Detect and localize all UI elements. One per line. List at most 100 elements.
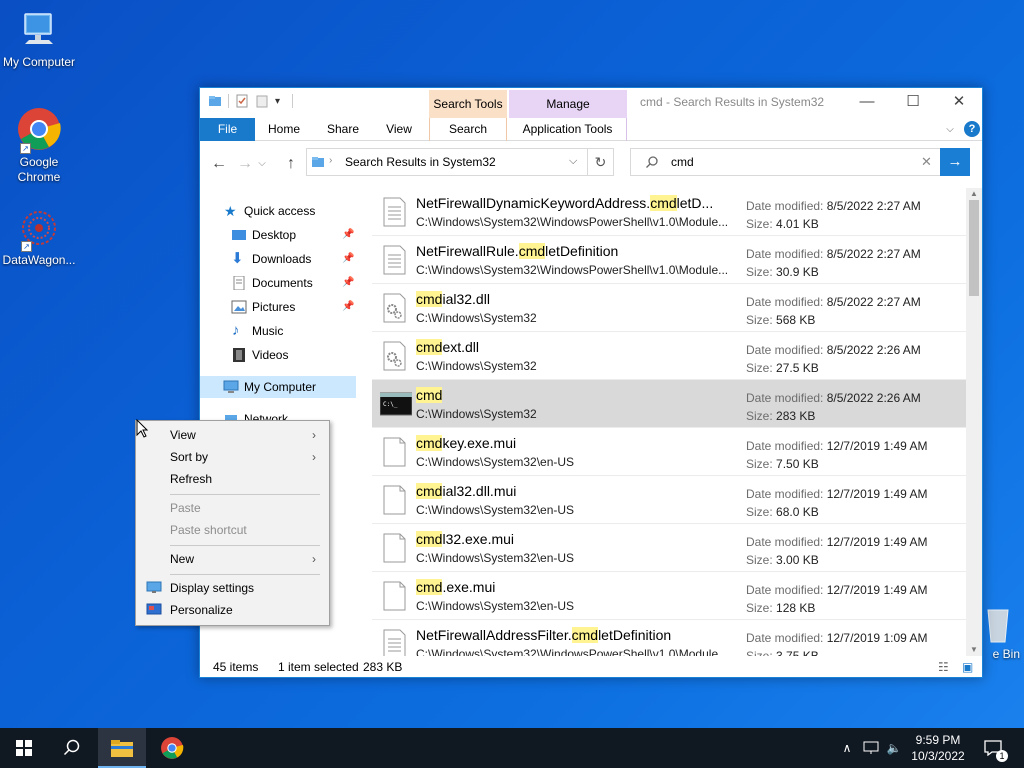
nav-documents[interactable]: Documents 📌 bbox=[200, 272, 356, 294]
tray-chevron-icon[interactable]: ∧ bbox=[838, 728, 856, 768]
menu-item-new[interactable]: New › bbox=[136, 548, 329, 570]
scrollbar-thumb[interactable] bbox=[969, 200, 979, 296]
file-size: Size: 568 KB bbox=[746, 313, 816, 327]
up-button[interactable]: ↑ bbox=[280, 153, 302, 175]
tab-search[interactable]: Search bbox=[429, 118, 507, 141]
expand-ribbon-icon[interactable]: ⌵ bbox=[942, 118, 958, 141]
file-name: cmd.exe.mui bbox=[416, 579, 496, 595]
tab-file[interactable]: File bbox=[200, 118, 255, 141]
desktop-icon-label: DataWagon... bbox=[2, 253, 76, 267]
search-match-highlight: cmd bbox=[518, 243, 546, 259]
file-name: cmdext.dll bbox=[416, 339, 480, 355]
file-row[interactable]: cmdkey.exe.mui C:\Windows\System32\en-US D… bbox=[372, 428, 966, 476]
desktop-icon-datawagon[interactable]: ↗ DataWagon... bbox=[0, 206, 78, 268]
search-box[interactable]: cmd ✕ → bbox=[630, 148, 970, 176]
nav-music[interactable]: ♪ Music bbox=[200, 320, 356, 342]
clear-search-icon[interactable]: ✕ bbox=[921, 154, 932, 170]
search-taskbar-button[interactable] bbox=[48, 728, 96, 768]
system-clock[interactable]: 9:59 PM 10/3/2022 bbox=[900, 732, 976, 764]
tab-share[interactable]: Share bbox=[316, 118, 370, 141]
window-title: cmd - Search Results in System32 bbox=[640, 95, 825, 109]
address-dropdown-icon[interactable]: ⌵ bbox=[569, 155, 577, 168]
file-size: Size: 30.9 KB bbox=[746, 265, 819, 279]
file-path: C:\Windows\System32\WindowsPowerShell\v1… bbox=[416, 263, 729, 277]
file-row[interactable]: cmdl32.exe.mui C:\Windows\System32\en-US D… bbox=[372, 524, 966, 572]
file-size: Size: 283 KB bbox=[746, 409, 816, 423]
blank-file-icon bbox=[380, 581, 408, 611]
file-name: cmdial32.dll bbox=[416, 291, 490, 307]
menu-item-paste[interactable]: Paste bbox=[136, 497, 329, 519]
file-row[interactable]: cmdial32.dll.mui C:\Windows\System32\en-U… bbox=[372, 476, 966, 524]
file-path: C:\Windows\System32\WindowsPowerShell\v1… bbox=[416, 215, 729, 229]
file-row[interactable]: cmdext.dll C:\Windows\System32 Date modifi… bbox=[372, 332, 966, 380]
file-row[interactable]: NetFirewallRule.cmdletDefinition C:\Windo… bbox=[372, 236, 966, 284]
recent-locations-button[interactable]: ⌵ bbox=[256, 153, 268, 175]
menu-separator bbox=[170, 574, 320, 575]
file-date-modified: Date modified: 12/7/2019 1:49 AM bbox=[746, 487, 928, 501]
close-button[interactable]: ✕ bbox=[936, 88, 982, 118]
nav-music-label: Music bbox=[252, 324, 284, 338]
nav-my-computer[interactable]: My Computer bbox=[200, 376, 356, 398]
pin-icon[interactable]: 📌 bbox=[342, 224, 354, 246]
refresh-button[interactable]: ↻ bbox=[588, 148, 614, 176]
menu-item-personalize[interactable]: Personalize bbox=[136, 599, 329, 621]
forward-button[interactable]: → bbox=[234, 153, 256, 175]
new-folder-icon[interactable] bbox=[255, 94, 269, 108]
nav-pictures[interactable]: Pictures 📌 bbox=[200, 296, 356, 318]
file-name: NetFirewallDynamicKeywordAddress.cmdletD… bbox=[416, 195, 714, 211]
menu-item-refresh[interactable]: Refresh bbox=[136, 468, 329, 490]
file-row[interactable]: NetFirewallDynamicKeywordAddress.cmdletD… bbox=[372, 188, 966, 236]
submenu-arrow-icon: › bbox=[312, 428, 316, 442]
menu-item-display-settings[interactable]: Display settings bbox=[136, 577, 329, 599]
address-bar[interactable]: › Search Results in System32 ⌵ bbox=[306, 148, 588, 176]
datawagon-icon: ↗ bbox=[17, 206, 61, 252]
maximize-button[interactable]: ☐ bbox=[890, 88, 936, 118]
nav-downloads[interactable]: ⬇ Downloads 📌 bbox=[200, 248, 356, 270]
search-input[interactable]: cmd bbox=[671, 155, 694, 169]
nav-desktop[interactable]: Desktop 📌 bbox=[200, 224, 356, 246]
desktop-icon-my-computer[interactable]: My Computer bbox=[0, 8, 78, 70]
tab-application-tools[interactable]: Application Tools bbox=[509, 118, 627, 141]
file-row[interactable]: cmd.exe.mui C:\Windows\System32\en-US Date… bbox=[372, 572, 966, 620]
back-button[interactable]: ← bbox=[208, 153, 230, 175]
nav-videos[interactable]: Videos bbox=[200, 344, 356, 366]
file-row[interactable]: NetFirewallAddressFilter.cmdletDefinitio… bbox=[372, 620, 966, 656]
menu-item-paste-shortcut[interactable]: Paste shortcut bbox=[136, 519, 329, 541]
recycle-bin-icon bbox=[980, 604, 1016, 644]
properties-icon[interactable] bbox=[235, 94, 249, 108]
large-icons-view-icon[interactable]: ▣ bbox=[962, 656, 973, 678]
nav-my-computer-label: My Computer bbox=[244, 380, 317, 394]
file-date-modified: Date modified: 12/7/2019 1:49 AM bbox=[746, 535, 928, 549]
menu-item-label: View bbox=[170, 428, 196, 442]
pin-icon[interactable]: 📌 bbox=[342, 248, 354, 270]
desktop-folder-icon bbox=[232, 230, 246, 240]
pin-icon[interactable]: 📌 bbox=[342, 296, 354, 318]
tab-view[interactable]: View bbox=[374, 118, 424, 141]
help-icon[interactable]: ? bbox=[964, 121, 980, 137]
menu-item-view[interactable]: View › bbox=[136, 424, 329, 446]
vertical-scrollbar[interactable]: ▲ ▼ bbox=[966, 188, 982, 656]
file-date-modified: Date modified: 8/5/2022 2:27 AM bbox=[746, 199, 921, 213]
customize-toolbar-icon[interactable]: ▾ bbox=[275, 96, 280, 107]
menu-item-sort-by[interactable]: Sort by › bbox=[136, 446, 329, 468]
start-button[interactable] bbox=[0, 728, 48, 768]
chrome-taskbar-button[interactable] bbox=[148, 728, 196, 768]
search-go-button[interactable]: → bbox=[940, 148, 970, 176]
file-explorer-taskbar-button[interactable] bbox=[98, 728, 146, 768]
desktop-icon-google-chrome[interactable]: ↗ Google Chrome bbox=[0, 106, 78, 185]
action-center-button[interactable]: 1 bbox=[980, 728, 1008, 768]
network-tray-icon[interactable] bbox=[860, 728, 882, 768]
scroll-up-icon[interactable]: ▲ bbox=[966, 188, 982, 200]
tab-home[interactable]: Home bbox=[258, 118, 310, 141]
minimize-button[interactable]: — bbox=[844, 88, 890, 118]
taskbar: ∧ 🔈 9:59 PM 10/3/2022 1 bbox=[0, 728, 1024, 768]
details-view-icon[interactable]: ☷ bbox=[938, 656, 949, 678]
file-row[interactable]: C:\_ cmd C:\Windows\System32 Date modified:… bbox=[372, 380, 966, 428]
nav-quick-access[interactable]: ★ Quick access bbox=[200, 200, 356, 222]
file-name: cmdkey.exe.mui bbox=[416, 435, 517, 451]
scroll-down-icon[interactable]: ▼ bbox=[966, 644, 982, 656]
pin-icon[interactable]: 📌 bbox=[342, 272, 354, 294]
nav-pictures-label: Pictures bbox=[252, 300, 296, 314]
blank-file-icon bbox=[380, 485, 408, 515]
file-row[interactable]: cmdial32.dll C:\Windows\System32 Date modi… bbox=[372, 284, 966, 332]
